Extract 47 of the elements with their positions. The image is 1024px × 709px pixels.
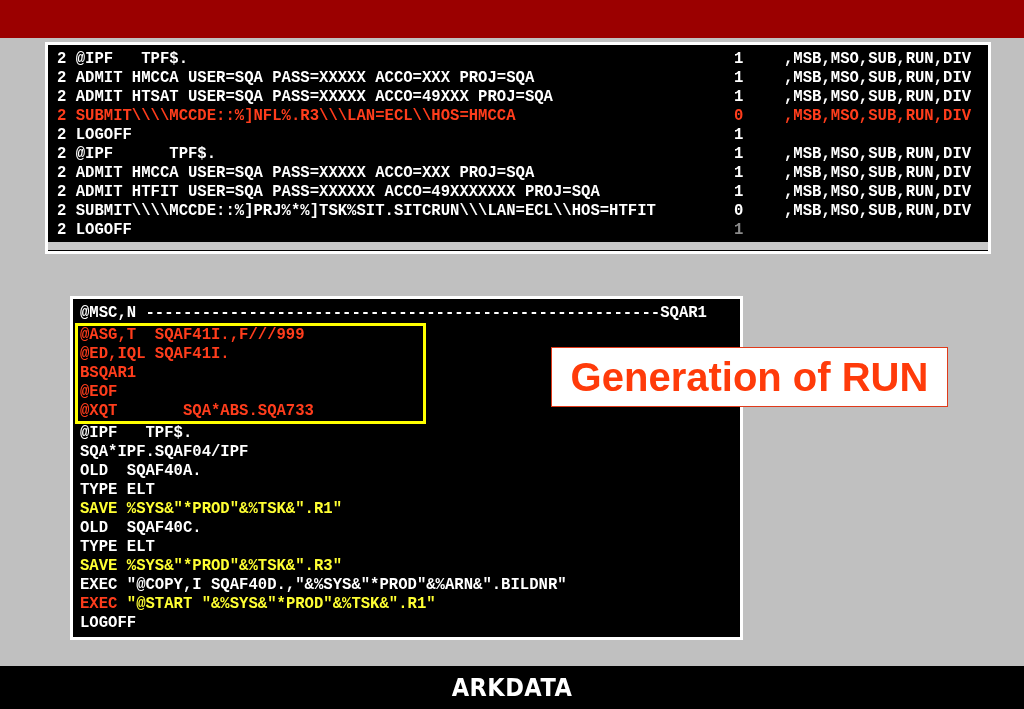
code-line: EXEC "@COPY,I SQAF40D.,"&%SYS&"*PROD"&%ARN&".BILDNR" bbox=[80, 576, 568, 595]
code-line: @ED,IQL SQAF41I. bbox=[80, 345, 231, 364]
listing-cell-text: 2 SUBMIT\\\\MCCDE::%]NFL%.R3\\\LAN=ECL\\HOS=HMCCA bbox=[57, 107, 517, 126]
code-line: @ASG,T SQAF41I.,F///999 bbox=[80, 326, 306, 345]
listing-cell-text: 1 bbox=[734, 164, 745, 183]
listing-cell-text: 2 ADMIT HTSAT USER=SQA PASS=XXXXX ACCO=49XXX PROJ=SQA bbox=[57, 88, 554, 107]
code-line: TYPE ELT bbox=[80, 538, 156, 557]
listing-cell-text: 1 bbox=[734, 126, 745, 145]
code-line: @MSC,N -------------------------------------------------------SQAR1 bbox=[80, 304, 708, 323]
listing-cell-text: 1 bbox=[734, 221, 745, 240]
listing-cell-text: ,MSB,MSO,SUB,RUN,DIV bbox=[784, 50, 973, 69]
listing-cell-text: 1 bbox=[734, 88, 745, 107]
code-line: LOGOFF bbox=[80, 614, 138, 633]
listing-cell-text: ,MSB,MSO,SUB,RUN,DIV bbox=[784, 69, 973, 88]
code-line: SAVE %SYS&"*PROD"&%TSK&".R3" bbox=[80, 557, 344, 576]
code-line: EXEC "@START "&%SYS&"*PROD"&%TSK&".R1" bbox=[80, 595, 437, 614]
listing-cell-text: 2 LOGOFF bbox=[57, 126, 133, 145]
listing-cell-text: ,MSB,MSO,SUB,RUN,DIV bbox=[784, 202, 973, 221]
code-line: @IPF TPF$. bbox=[80, 424, 194, 443]
code-line: @XQT SQA*ABS.SQA733 bbox=[80, 402, 315, 421]
listing-cell-text: 1 bbox=[734, 50, 745, 69]
listing-cell-text: 2 @IPF TPF$. bbox=[57, 145, 218, 164]
listing-cell-text: ,MSB,MSO,SUB,RUN,DIV bbox=[784, 145, 973, 164]
code-line: OLD SQAF40C. bbox=[80, 519, 203, 538]
listing-cell-text: 2 SUBMIT\\\\MCCDE::%]PRJ%*%]TSK%SIT.SITCRUN\\\LAN=ECL\\HOS=HTFIT bbox=[57, 202, 657, 221]
listing-cell-text: 2 ADMIT HMCCA USER=SQA PASS=XXXXX ACCO=XXX PROJ=SQA bbox=[57, 69, 536, 88]
listing-cell-text: 1 bbox=[734, 183, 745, 202]
code-line: SQA*IPF.SQAF04/IPF bbox=[80, 443, 250, 462]
listing-cell-text: 2 @IPF TPF$. bbox=[57, 50, 189, 69]
listing-cell-text: 2 ADMIT HMCCA USER=SQA PASS=XXXXX ACCO=XXX PROJ=SQA bbox=[57, 164, 536, 183]
listing-cell-text: 1 bbox=[734, 69, 745, 88]
code-line: OLD SQAF40A. bbox=[80, 462, 203, 481]
listing-cell-text: 2 ADMIT HTFIT USER=SQA PASS=XXXXXX ACCO=49XXXXXXX PROJ=SQA bbox=[57, 183, 601, 202]
listing-cell-text: ,MSB,MSO,SUB,RUN,DIV bbox=[784, 183, 973, 202]
code-line: @EOF bbox=[80, 383, 119, 402]
listing-cell-text: 1 bbox=[734, 145, 745, 164]
logo: ARKDATA bbox=[451, 673, 573, 702]
listing-cell-text: ,MSB,MSO,SUB,RUN,DIV bbox=[784, 164, 973, 183]
listing-cell-text: 0 bbox=[734, 202, 745, 221]
listing-cell-text: ,MSB,MSO,SUB,RUN,DIV bbox=[784, 107, 973, 126]
callout-label: Generation of RUN bbox=[551, 347, 948, 407]
code-line: SAVE %SYS&"*PROD"&%TSK&".R1" bbox=[80, 500, 344, 519]
listing-cell-text: ,MSB,MSO,SUB,RUN,DIV bbox=[784, 88, 973, 107]
listing-cell-text: 2 LOGOFF bbox=[57, 221, 133, 240]
listing-cell-text: 0 bbox=[734, 107, 745, 126]
code-line: BSQAR1 bbox=[80, 364, 138, 383]
code-line: TYPE ELT bbox=[80, 481, 156, 500]
